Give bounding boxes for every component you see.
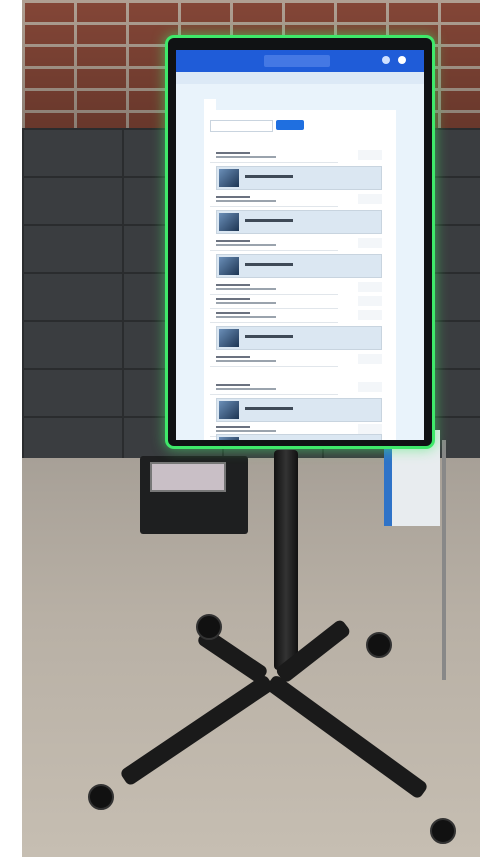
filter-select[interactable] [210,120,273,132]
chat-icon[interactable] [382,56,390,64]
app-header [176,50,424,72]
filter-row [210,120,390,132]
tab-bar [204,98,232,111]
post-thumbnail [219,169,239,187]
list-item[interactable] [210,150,382,163]
list-item[interactable] [210,296,382,309]
filter-button[interactable] [276,120,304,130]
post-card[interactable] [216,398,382,422]
post-thumbnail [219,213,239,231]
app-subheader [176,72,424,84]
photo-scene [22,0,480,857]
caster-wheel [88,784,114,810]
post-thumbnail [219,329,239,347]
post-card[interactable] [216,326,382,350]
caster-wheel [366,632,392,658]
header-search[interactable] [264,55,330,67]
post-thumbnail [219,401,239,419]
list-item[interactable] [210,238,382,251]
list-item[interactable] [210,282,382,295]
caster-wheel [430,818,456,844]
post-card[interactable] [216,434,382,440]
post-card[interactable] [216,210,382,234]
list-item[interactable] [210,194,382,207]
caster-wheel [196,614,222,640]
post-card[interactable] [216,254,382,278]
list-item[interactable] [210,382,382,395]
kiosk-screen [176,50,424,440]
avatar[interactable] [398,56,406,64]
storage-box [140,456,248,534]
list-item[interactable] [210,354,382,367]
list-item[interactable] [210,310,382,323]
post-thumbnail [219,437,239,440]
chair-frame [442,440,480,680]
post-card[interactable] [216,166,382,190]
storage-box-lid [150,462,226,492]
kiosk-display-bezel [168,38,432,446]
post-thumbnail [219,257,239,275]
stand-pole [274,450,298,670]
content-panel [204,110,396,440]
